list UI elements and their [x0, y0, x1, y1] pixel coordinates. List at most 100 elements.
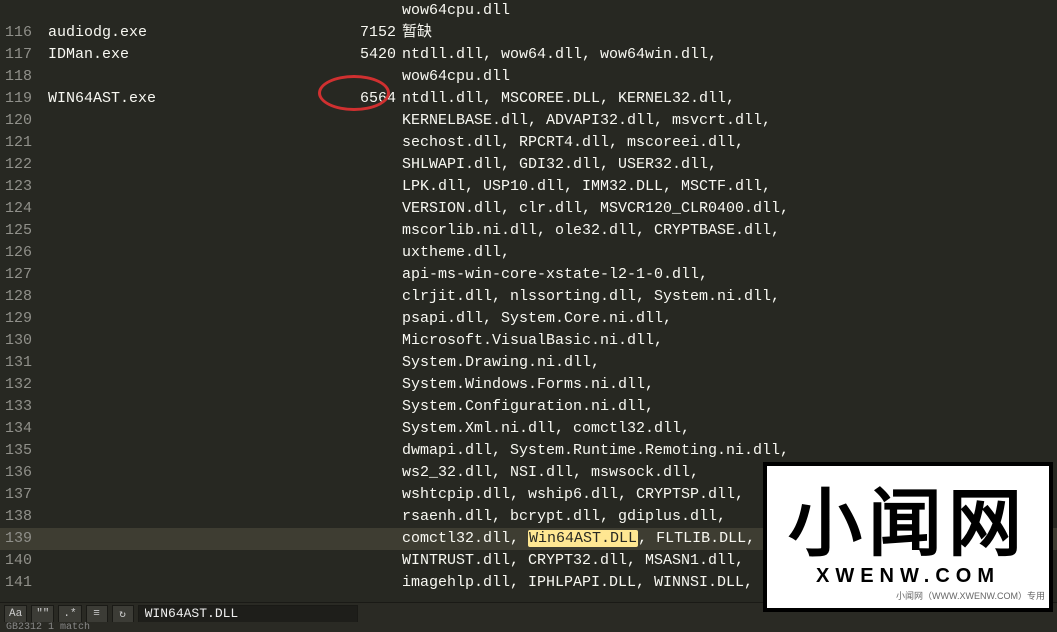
line-number: 137	[0, 484, 48, 506]
line-number: 141	[0, 572, 48, 594]
dll-list: wow64cpu.dll	[396, 0, 510, 22]
line-content: mscorlib.ni.dll, ole32.dll, CRYPTBASE.dl…	[48, 220, 1057, 242]
line-content: wshtcpip.dll, wship6.dll, CRYPTSP.dll,	[48, 484, 1057, 506]
code-editor[interactable]: wow64cpu.dll116audiodg.exe7152暂缺117IDMan…	[0, 0, 1057, 602]
line-number: 124	[0, 198, 48, 220]
line-content: System.Configuration.ni.dll,	[48, 396, 1057, 418]
line-number: 130	[0, 330, 48, 352]
editor-line[interactable]: 119WIN64AST.exe6564ntdll.dll, MSCOREE.DL…	[0, 88, 1057, 110]
dll-list: clrjit.dll, nlssorting.dll, System.ni.dl…	[396, 286, 780, 308]
dll-list: System.Configuration.ni.dll,	[396, 396, 654, 418]
line-number: 136	[0, 462, 48, 484]
line-number: 127	[0, 264, 48, 286]
line-content: KERNELBASE.dll, ADVAPI32.dll, msvcrt.dll…	[48, 110, 1057, 132]
editor-line[interactable]: 135dwmapi.dll, System.Runtime.Remoting.n…	[0, 440, 1057, 462]
line-number: 131	[0, 352, 48, 374]
editor-line[interactable]: 118wow64cpu.dll	[0, 66, 1057, 88]
line-number: 119	[0, 88, 48, 110]
line-number	[0, 0, 48, 22]
line-content: VERSION.dll, clr.dll, MSVCR120_CLR0400.d…	[48, 198, 1057, 220]
line-content: rsaenh.dll, bcrypt.dll, gdiplus.dll,	[48, 506, 1057, 528]
line-number: 120	[0, 110, 48, 132]
dll-list: System.Xml.ni.dll, comctl32.dll,	[396, 418, 690, 440]
dll-list: KERNELBASE.dll, ADVAPI32.dll, msvcrt.dll…	[396, 110, 771, 132]
search-input[interactable]	[138, 605, 358, 623]
line-number: 128	[0, 286, 48, 308]
dll-list: ws2_32.dll, NSI.dll, mswsock.dll,	[396, 462, 699, 484]
dll-list: ntdll.dll, wow64.dll, wow64win.dll,	[396, 44, 717, 66]
status-bar: GB2312 1 match	[0, 622, 1057, 632]
editor-line[interactable]: 127 api-ms-win-core-xstate-l2-1-0.dll,	[0, 264, 1057, 286]
editor-line[interactable]: 116audiodg.exe7152暂缺	[0, 22, 1057, 44]
line-number: 132	[0, 374, 48, 396]
line-number: 126	[0, 242, 48, 264]
process-name: WIN64AST.exe	[48, 88, 348, 110]
line-content: System.Xml.ni.dll, comctl32.dll,	[48, 418, 1057, 440]
dll-list: api-ms-win-core-xstate-l2-1-0.dll,	[396, 264, 708, 286]
editor-line[interactable]: 121 sechost.dll, RPCRT4.dll, mscoreei.dll…	[0, 132, 1057, 154]
line-content: WIN64AST.exe6564ntdll.dll, MSCOREE.DLL, …	[48, 88, 1057, 110]
dll-list: ntdll.dll, MSCOREE.DLL, KERNEL32.dll,	[396, 88, 735, 110]
editor-line[interactable]: 117IDMan.exe5420ntdll.dll, wow64.dll, wo…	[0, 44, 1057, 66]
editor-line[interactable]: 120 KERNELBASE.dll, ADVAPI32.dll, msvcrt.…	[0, 110, 1057, 132]
dll-list: sechost.dll, RPCRT4.dll, mscoreei.dll,	[396, 132, 744, 154]
dll-list: System.Drawing.ni.dll,	[396, 352, 600, 374]
editor-line[interactable]: 125 mscorlib.ni.dll, ole32.dll, CRYPTBASE…	[0, 220, 1057, 242]
line-number: 121	[0, 132, 48, 154]
dll-list: VERSION.dll, clr.dll, MSVCR120_CLR0400.d…	[396, 198, 789, 220]
editor-line[interactable]: wow64cpu.dll	[0, 0, 1057, 22]
editor-line[interactable]: 124 VERSION.dll, clr.dll, MSVCR120_CLR040…	[0, 198, 1057, 220]
editor-line[interactable]: 122SHLWAPI.dll, GDI32.dll, USER32.dll,	[0, 154, 1057, 176]
editor-line[interactable]: 133 System.Configuration.ni.dll,	[0, 396, 1057, 418]
line-number: 133	[0, 396, 48, 418]
dll-list: SHLWAPI.dll, GDI32.dll, USER32.dll,	[396, 154, 717, 176]
line-content: psapi.dll, System.Core.ni.dll,	[48, 308, 1057, 330]
in-selection-button[interactable]: ≡	[86, 605, 108, 623]
wrap-button[interactable]: ↻	[112, 605, 134, 623]
editor-line[interactable]: 130Microsoft.VisualBasic.ni.dll,	[0, 330, 1057, 352]
case-sensitive-button[interactable]: Aa	[4, 605, 27, 623]
line-number: 117	[0, 44, 48, 66]
line-number: 116	[0, 22, 48, 44]
dll-list: LPK.dll, USP10.dll, IMM32.DLL, MSCTF.dll…	[396, 176, 771, 198]
line-content: dwmapi.dll, System.Runtime.Remoting.ni.d…	[48, 440, 1057, 462]
line-content: LPK.dll, USP10.dll, IMM32.DLL, MSCTF.dll…	[48, 176, 1057, 198]
line-content: System.Drawing.ni.dll,	[48, 352, 1057, 374]
line-content: clrjit.dll, nlssorting.dll, System.ni.dl…	[48, 286, 1057, 308]
editor-line[interactable]: 139comctl32.dll, Win64AST.DLL, FLTLIB.DL…	[0, 528, 1057, 550]
editor-line[interactable]: 138rsaenh.dll, bcrypt.dll, gdiplus.dll,	[0, 506, 1057, 528]
line-number: 125	[0, 220, 48, 242]
editor-line[interactable]: 136 ws2_32.dll, NSI.dll, mswsock.dll,	[0, 462, 1057, 484]
line-content: comctl32.dll, Win64AST.DLL, FLTLIB.DLL,	[48, 528, 1057, 550]
dll-list: 暂缺	[396, 22, 432, 44]
line-content: System.Windows.Forms.ni.dll,	[48, 374, 1057, 396]
editor-line[interactable]: 141imagehlp.dll, IPHLPAPI.DLL, WINNSI.DL…	[0, 572, 1057, 594]
search-highlight: Win64AST.DLL	[528, 530, 638, 547]
line-number: 138	[0, 506, 48, 528]
process-name: IDMan.exe	[48, 44, 348, 66]
process-id: 7152	[348, 22, 396, 44]
line-content: sechost.dll, RPCRT4.dll, mscoreei.dll,	[48, 132, 1057, 154]
editor-line[interactable]: 126 uxtheme.dll,	[0, 242, 1057, 264]
process-id: 6564	[348, 88, 396, 110]
dll-list: wow64cpu.dll	[396, 66, 510, 88]
dll-list: uxtheme.dll,	[396, 242, 510, 264]
whole-word-button[interactable]: ""	[31, 605, 54, 623]
editor-line[interactable]: 134 System.Xml.ni.dll, comctl32.dll,	[0, 418, 1057, 440]
line-content: imagehlp.dll, IPHLPAPI.DLL, WINNSI.DLL,	[48, 572, 1057, 594]
dll-list: wshtcpip.dll, wship6.dll, CRYPTSP.dll,	[396, 484, 744, 506]
editor-line[interactable]: 132System.Windows.Forms.ni.dll,	[0, 374, 1057, 396]
editor-line[interactable]: 123LPK.dll, USP10.dll, IMM32.DLL, MSCTF.…	[0, 176, 1057, 198]
line-content: wow64cpu.dll	[48, 66, 1057, 88]
regex-button[interactable]: .*	[58, 605, 81, 623]
line-content: audiodg.exe7152暂缺	[48, 22, 1057, 44]
line-number: 134	[0, 418, 48, 440]
editor-line[interactable]: 131 System.Drawing.ni.dll,	[0, 352, 1057, 374]
editor-line[interactable]: 128 clrjit.dll, nlssorting.dll, System.ni…	[0, 286, 1057, 308]
dll-list: mscorlib.ni.dll, ole32.dll, CRYPTBASE.dl…	[396, 220, 780, 242]
line-content: uxtheme.dll,	[48, 242, 1057, 264]
editor-line[interactable]: 129psapi.dll, System.Core.ni.dll,	[0, 308, 1057, 330]
editor-line[interactable]: 137 wshtcpip.dll, wship6.dll, CRYPTSP.dll…	[0, 484, 1057, 506]
editor-line[interactable]: 140WINTRUST.dll, CRYPT32.dll, MSASN1.dll…	[0, 550, 1057, 572]
line-content: IDMan.exe5420ntdll.dll, wow64.dll, wow64…	[48, 44, 1057, 66]
